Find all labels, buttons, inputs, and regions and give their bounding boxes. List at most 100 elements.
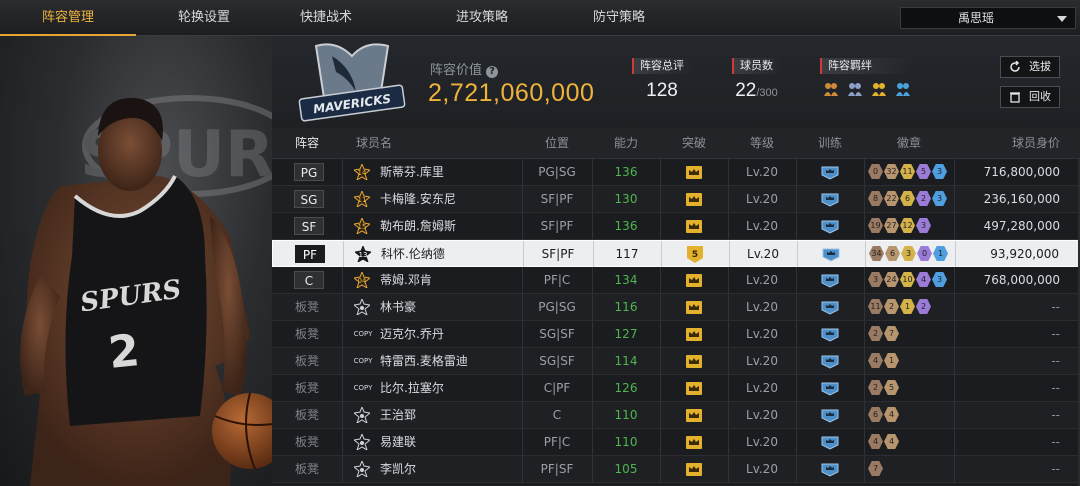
badge-list[interactable]: 0 32 11 5 3 xyxy=(868,164,947,179)
badge-list[interactable]: 7 xyxy=(868,461,883,476)
column-divider xyxy=(864,456,865,482)
col-breakthrough[interactable]: 突破 xyxy=(660,128,728,159)
column-divider xyxy=(865,241,866,267)
bond-icon-1[interactable] xyxy=(822,80,840,98)
column-divider xyxy=(342,348,343,374)
column-divider xyxy=(954,213,955,239)
table-row[interactable]: 板凳 林书豪 PG|SG 116 Lv.20 11 2 1 2 -- xyxy=(272,294,1080,321)
crown-icon xyxy=(686,274,702,287)
column-divider xyxy=(343,241,344,267)
select-button[interactable]: 选拔 xyxy=(1000,56,1060,78)
team-value-label: 阵容价值? xyxy=(430,59,499,78)
badge-hex: 19 xyxy=(868,218,883,233)
badge-hex: 7 xyxy=(868,461,883,476)
table-row[interactable]: PF 13 科怀.伦纳德 SF|PF 117 5 Lv.20 34 6 3 0 1 93,920,000 xyxy=(272,240,1080,267)
jersey-number-badge: 04 xyxy=(354,272,370,288)
training-icon[interactable] xyxy=(820,218,840,234)
column-divider xyxy=(342,456,343,482)
table-row[interactable]: SF 15 勒布朗.詹姆斯 SF|PF 136 Lv.20 19 27 12 3 497,280,0… xyxy=(272,213,1080,240)
column-divider xyxy=(660,375,661,401)
recycle-button[interactable]: 回收 xyxy=(1000,86,1060,108)
training-icon[interactable] xyxy=(821,246,841,262)
player-count-label: 球员数 xyxy=(732,58,781,74)
col-training[interactable]: 训练 xyxy=(796,128,864,159)
table-row[interactable]: PG 14 斯蒂芬.库里 PG|SG 136 Lv.20 0 32 11 5 3 716,800,00… xyxy=(272,159,1080,186)
player-level: Lv.20 xyxy=(746,192,778,206)
column-divider xyxy=(796,321,797,347)
slot-label: 板凳 xyxy=(294,408,319,422)
player-count: 球员数 22/300 xyxy=(732,58,781,102)
badge-list[interactable]: 8 22 6 2 3 xyxy=(868,191,947,206)
tab-defense[interactable]: 防守策略 xyxy=(551,0,687,36)
table-row[interactable]: 板凳 易建联 PF|C 110 Lv.20 4 4 -- xyxy=(272,429,1080,456)
table-row[interactable]: 板凳 COPY 比尔.拉塞尔 C|PF 126 Lv.20 2 5 -- xyxy=(272,375,1080,402)
badge-list[interactable]: 11 2 1 2 xyxy=(868,299,931,314)
training-icon[interactable] xyxy=(820,299,840,315)
badge-hex: 0 xyxy=(917,246,932,261)
col-price[interactable]: 球员身价 xyxy=(954,128,1080,159)
player-position: SG|SF xyxy=(539,354,575,368)
table-row[interactable]: 板凳 COPY 特雷西.麦格雷迪 SG|SF 114 Lv.20 4 1 -- xyxy=(272,348,1080,375)
bond-icon-2[interactable] xyxy=(846,80,864,98)
tab-offense[interactable]: 进攻策略 xyxy=(414,0,550,36)
player-ability: 114 xyxy=(614,354,638,368)
badge-list[interactable]: 44 xyxy=(868,434,899,449)
training-icon[interactable] xyxy=(820,434,840,450)
table-row[interactable]: 板凳 李凯尔 PF|SF 105 Lv.20 7 -- xyxy=(272,456,1080,483)
player-price: -- xyxy=(1051,381,1060,395)
col-level[interactable]: 等级 xyxy=(728,128,796,159)
training-icon[interactable] xyxy=(820,407,840,423)
badge-hex: 6 xyxy=(885,246,900,261)
training-icon[interactable] xyxy=(820,164,840,180)
badge-list[interactable]: 41 xyxy=(868,353,899,368)
tab-lineup[interactable]: 阵容管理 xyxy=(0,0,136,36)
player-position: PF|SF xyxy=(540,462,574,476)
badge-list[interactable]: 25 xyxy=(868,380,899,395)
question-icon[interactable]: ? xyxy=(486,66,499,78)
table-row[interactable]: 板凳 王治郅 C 110 Lv.20 6 4 -- xyxy=(272,402,1080,429)
training-icon[interactable] xyxy=(820,191,840,207)
column-divider xyxy=(796,402,797,428)
badge-hex: 3 xyxy=(932,191,947,206)
training-icon[interactable] xyxy=(820,380,840,396)
column-divider xyxy=(796,294,797,320)
column-divider xyxy=(954,456,955,482)
badge-list[interactable]: 64 xyxy=(868,407,899,422)
player-name: 蒂姆.邓肯 xyxy=(380,273,432,287)
player-level: Lv.20 xyxy=(746,462,778,476)
table-row[interactable]: SG 11 卡梅隆.安东尼 SF|PF 130 Lv.20 8 22 6 2 3 236,160,00… xyxy=(272,186,1080,213)
col-ability[interactable]: 能力 xyxy=(592,128,660,159)
training-icon[interactable] xyxy=(820,326,840,342)
user-dropdown[interactable]: 禹思瑶 xyxy=(900,7,1076,29)
jersey-number-text: 04 xyxy=(358,277,367,285)
training-icon[interactable] xyxy=(820,272,840,288)
bond-icon-list xyxy=(820,80,912,98)
table-row[interactable]: C 04 蒂姆.邓肯 PF|C 134 Lv.20 3 24 10 4 3 768,000,000 xyxy=(272,267,1080,294)
badge-list[interactable]: 19 27 12 3 xyxy=(868,218,931,233)
bond-icon-4[interactable] xyxy=(894,80,912,98)
badge-list[interactable]: 34 6 3 0 1 xyxy=(869,246,948,261)
badge-hex: 3 xyxy=(901,246,916,261)
column-divider xyxy=(954,375,955,401)
badge-hex: 12 xyxy=(900,218,915,233)
tab-quick-tactics[interactable]: 快捷战术 xyxy=(258,0,394,36)
badge-list[interactable]: 3 24 10 4 3 xyxy=(868,272,947,287)
player-name: 比尔.拉塞尔 xyxy=(380,381,444,395)
slot-label: 板凳 xyxy=(294,327,319,341)
team-rating-label: 阵容总评 xyxy=(632,58,692,74)
table-row[interactable]: 板凳 COPY 迈克尔.乔丹 SG|SF 127 Lv.20 2 7 -- xyxy=(272,321,1080,348)
tab-rotation[interactable]: 轮换设置 xyxy=(136,0,272,36)
col-slot[interactable]: 阵容 xyxy=(272,128,342,159)
col-position[interactable]: 位置 xyxy=(522,128,592,159)
col-name[interactable]: 球员名 xyxy=(342,128,522,159)
slot-label: 板凳 xyxy=(294,462,319,476)
training-icon[interactable] xyxy=(820,461,840,477)
col-badges[interactable]: 徽章 xyxy=(864,128,954,159)
badge-list[interactable]: 27 xyxy=(868,326,899,341)
player-name: 斯蒂芬.库里 xyxy=(380,165,444,179)
player-price: -- xyxy=(1051,354,1060,368)
jersey-number-badge: 13 xyxy=(355,246,371,262)
training-icon[interactable] xyxy=(820,353,840,369)
player-ability: 116 xyxy=(614,300,638,314)
bond-icon-3[interactable] xyxy=(870,80,888,98)
